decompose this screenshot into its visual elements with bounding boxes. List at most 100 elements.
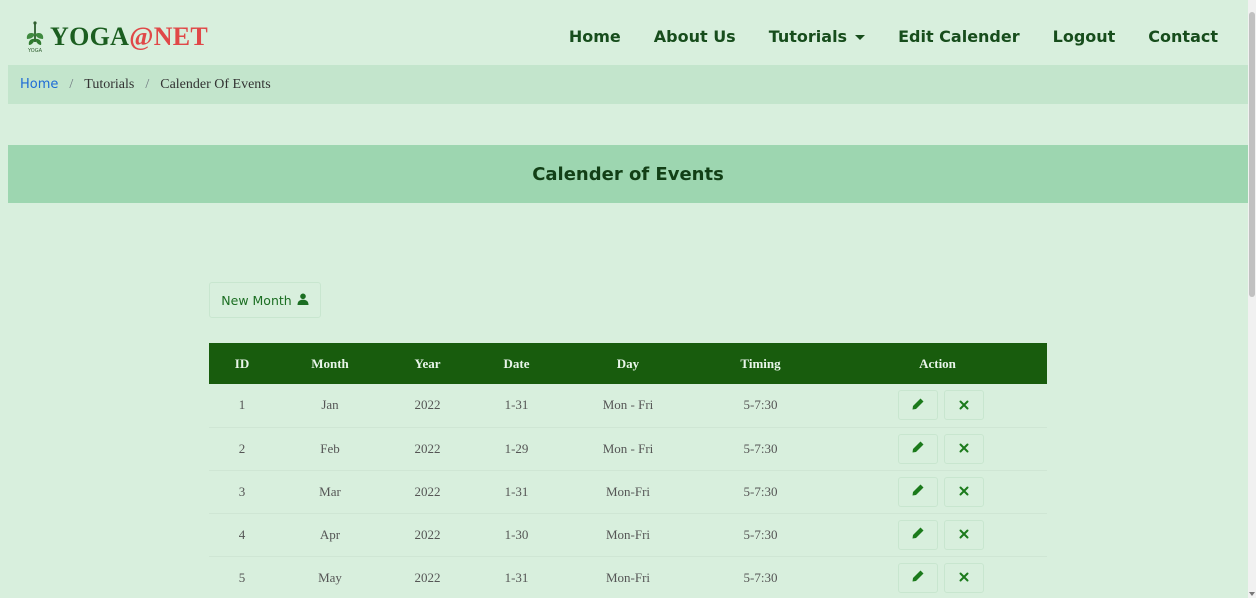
header-action: Action	[919, 355, 956, 371]
page-title-band: Calender of Events	[8, 145, 1248, 203]
cell-date: 1-31	[470, 470, 563, 514]
cell-id: 4	[209, 513, 275, 557]
cell-day: Mon-Fri	[563, 556, 693, 598]
cell-action	[828, 513, 1047, 557]
close-icon	[959, 398, 969, 413]
cell-year: 2022	[385, 384, 470, 428]
pencil-icon	[911, 569, 925, 586]
events-table: ID Month Year Date Day Timing Action 1 J…	[209, 343, 1047, 598]
cell-month: May	[275, 556, 385, 598]
delete-button[interactable]	[943, 476, 984, 507]
table-row: 4 Apr 2022 1-30 Mon-Fri 5-7:30	[209, 513, 1047, 557]
cell-month: Jan	[275, 384, 385, 428]
cell-date: 1-29	[470, 427, 563, 471]
navbar: YOGA YOGA@NET Home About Us Tutorials Ed…	[8, 8, 1248, 65]
cell-id: 1	[209, 384, 275, 428]
brand-net: NET	[153, 21, 209, 51]
row-actions	[828, 519, 1047, 550]
cell-timing: 5-7:30	[693, 427, 828, 471]
cell-action	[828, 384, 1047, 428]
nav-edit-calender[interactable]: Edit Calender	[898, 27, 1020, 46]
brand-logo[interactable]: YOGA YOGA@NET	[24, 20, 208, 54]
edit-button[interactable]	[897, 562, 938, 593]
table-header: ID Month Year Date Day Timing Action	[209, 343, 1047, 384]
delete-button[interactable]	[943, 562, 984, 593]
breadcrumb-separator: /	[145, 76, 150, 92]
header-date: Date	[503, 355, 530, 371]
close-icon	[959, 441, 969, 456]
page-scrollbar[interactable]	[1248, 0, 1256, 598]
cell-year: 2022	[385, 556, 470, 598]
edit-button[interactable]	[897, 433, 938, 464]
cell-id: 5	[209, 556, 275, 598]
cell-action	[828, 427, 1047, 471]
cell-month: Mar	[275, 470, 385, 514]
header-timing: Timing	[740, 355, 781, 371]
nav-tutorials-label: Tutorials	[768, 27, 848, 46]
nav-contact[interactable]: Contact	[1148, 27, 1218, 46]
header-year: Year	[414, 355, 441, 371]
header-day: Day	[616, 355, 640, 371]
brand-name: YOGA@NET	[50, 22, 208, 52]
breadcrumb-current: Calender Of Events	[160, 76, 271, 92]
nav-links: Home About Us Tutorials Edit Calender Lo…	[536, 27, 1218, 46]
cell-year: 2022	[385, 470, 470, 514]
close-icon	[959, 570, 969, 585]
table-row: 1 Jan 2022 1-31 Mon - Fri 5-7:30	[209, 384, 1047, 428]
table-row: 5 May 2022 1-31 Mon-Fri 5-7:30	[209, 556, 1047, 598]
new-month-button[interactable]: New Month	[209, 282, 321, 318]
table-row: 2 Feb 2022 1-29 Mon - Fri 5-7:30	[209, 427, 1047, 471]
delete-button[interactable]	[943, 519, 984, 550]
pencil-icon	[911, 440, 925, 457]
cell-id: 2	[209, 427, 275, 471]
breadcrumb-home[interactable]: Home	[20, 77, 58, 92]
row-actions	[828, 562, 1047, 593]
user-icon	[297, 293, 309, 308]
cell-day: Mon - Fri	[563, 384, 693, 428]
scroll-down-arrow-icon[interactable]	[1249, 592, 1255, 596]
close-icon	[959, 527, 969, 542]
nav-about-us[interactable]: About Us	[654, 27, 736, 46]
cell-day: Mon - Fri	[563, 427, 693, 471]
row-actions	[828, 476, 1047, 507]
cell-action	[828, 556, 1047, 598]
cell-date: 1-31	[470, 384, 563, 428]
nav-logout[interactable]: Logout	[1053, 27, 1116, 46]
edit-button[interactable]	[897, 519, 938, 550]
cell-day: Mon-Fri	[563, 513, 693, 557]
cell-year: 2022	[385, 513, 470, 557]
cell-timing: 5-7:30	[693, 470, 828, 514]
edit-button[interactable]	[897, 390, 938, 421]
cell-date: 1-31	[470, 556, 563, 598]
delete-button[interactable]	[943, 433, 984, 464]
cell-id: 3	[209, 470, 275, 514]
cell-action	[828, 470, 1047, 514]
nav-home[interactable]: Home	[569, 27, 621, 46]
header-month: Month	[311, 355, 349, 371]
edit-button[interactable]	[897, 476, 938, 507]
table-header-row: ID Month Year Date Day Timing Action	[209, 343, 1047, 384]
cell-month: Feb	[275, 427, 385, 471]
brand-yoga: YOGA	[50, 21, 130, 51]
scrollbar-thumb[interactable]	[1249, 12, 1255, 297]
close-icon	[959, 484, 969, 499]
header-id: ID	[234, 355, 250, 371]
caret-down-icon	[855, 35, 866, 40]
breadcrumb: Home / Tutorials / Calender Of Events	[8, 65, 1248, 104]
page: YOGA YOGA@NET Home About Us Tutorials Ed…	[8, 8, 1248, 598]
delete-button[interactable]	[943, 390, 984, 421]
cell-timing: 5-7:30	[693, 556, 828, 598]
nav-tutorials-dropdown[interactable]: Tutorials	[768, 27, 866, 46]
cell-timing: 5-7:30	[693, 513, 828, 557]
cell-month: Apr	[275, 513, 385, 557]
table-body: 1 Jan 2022 1-31 Mon - Fri 5-7:30 2 Feb 2…	[209, 384, 1047, 598]
cell-day: Mon-Fri	[563, 470, 693, 514]
row-actions	[828, 433, 1047, 464]
table-row: 3 Mar 2022 1-31 Mon-Fri 5-7:30	[209, 470, 1047, 514]
cell-timing: 5-7:30	[693, 384, 828, 428]
breadcrumb-tutorials[interactable]: Tutorials	[84, 77, 134, 93]
breadcrumb-separator: /	[69, 76, 74, 92]
pencil-icon	[911, 483, 925, 500]
pencil-icon	[911, 526, 925, 543]
row-actions	[828, 390, 1047, 421]
